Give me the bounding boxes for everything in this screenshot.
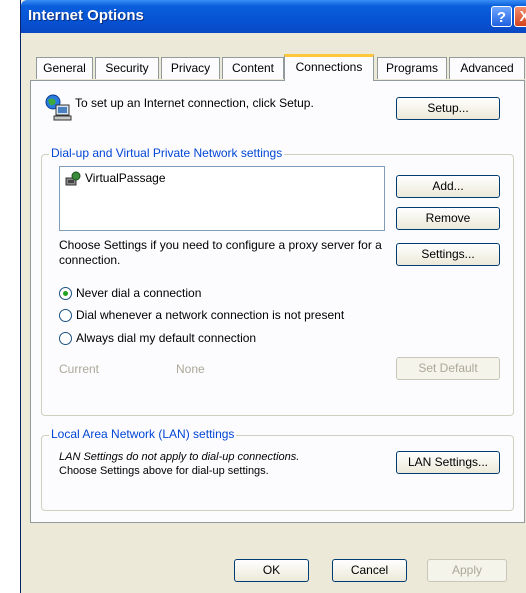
remove-button[interactable]: Remove: [396, 207, 500, 230]
network-globe-icon: [43, 93, 73, 123]
add-button[interactable]: Add...: [396, 175, 500, 198]
dialup-vpn-group-title: Dial-up and Virtual Private Network sett…: [49, 146, 285, 160]
radio-selected-dot: [63, 291, 68, 296]
title-bar[interactable]: Internet Options ? X: [21, 0, 526, 33]
current-label: Current: [59, 362, 100, 376]
proxy-settings-text: Choose Settings if you need to configure…: [59, 238, 382, 267]
radio-dial-whenever-label[interactable]: Dial whenever a network connection is no…: [76, 308, 344, 322]
dialup-connection-icon: [65, 171, 81, 187]
set-default-button[interactable]: Set Default: [396, 357, 500, 380]
tab-privacy[interactable]: Privacy: [161, 57, 220, 79]
radio-always-dial-label[interactable]: Always dial my default connection: [76, 331, 256, 345]
window-title: Internet Options: [28, 7, 144, 24]
internet-options-window: Internet Options ? X General Security Pr…: [20, 0, 526, 593]
tab-programs[interactable]: Programs: [377, 57, 447, 79]
radio-always-dial[interactable]: [59, 332, 72, 345]
ok-button[interactable]: OK: [234, 559, 309, 582]
tab-content[interactable]: Content: [222, 57, 284, 79]
tab-security[interactable]: Security: [95, 57, 159, 79]
setup-description: To set up an Internet connection, click …: [75, 96, 314, 110]
connection-name: VirtualPassage: [85, 171, 166, 185]
connections-listbox[interactable]: VirtualPassage: [59, 166, 385, 231]
lan-settings-text-line2: Choose Settings above for dial-up settin…: [59, 465, 269, 477]
settings-button[interactable]: Settings...: [396, 243, 500, 266]
tab-general[interactable]: General: [36, 57, 93, 79]
tab-advanced[interactable]: Advanced: [449, 57, 525, 79]
close-button[interactable]: X: [514, 6, 526, 27]
radio-never-dial[interactable]: [59, 287, 72, 300]
lan-settings-group-title: Local Area Network (LAN) settings: [49, 427, 237, 441]
radio-never-dial-label[interactable]: Never dial a connection: [76, 286, 201, 300]
help-button[interactable]: ?: [491, 6, 512, 27]
lan-settings-text-line1: LAN Settings do not apply to dial-up con…: [59, 451, 300, 463]
lan-settings-button[interactable]: LAN Settings...: [396, 451, 500, 474]
setup-button[interactable]: Setup...: [396, 97, 500, 120]
cancel-button[interactable]: Cancel: [332, 559, 407, 582]
tab-connections[interactable]: Connections: [284, 54, 374, 81]
current-value: None: [176, 362, 205, 376]
connections-panel: To set up an Internet connection, click …: [30, 80, 525, 523]
apply-button[interactable]: Apply: [427, 559, 507, 582]
radio-dial-whenever[interactable]: [59, 309, 72, 322]
